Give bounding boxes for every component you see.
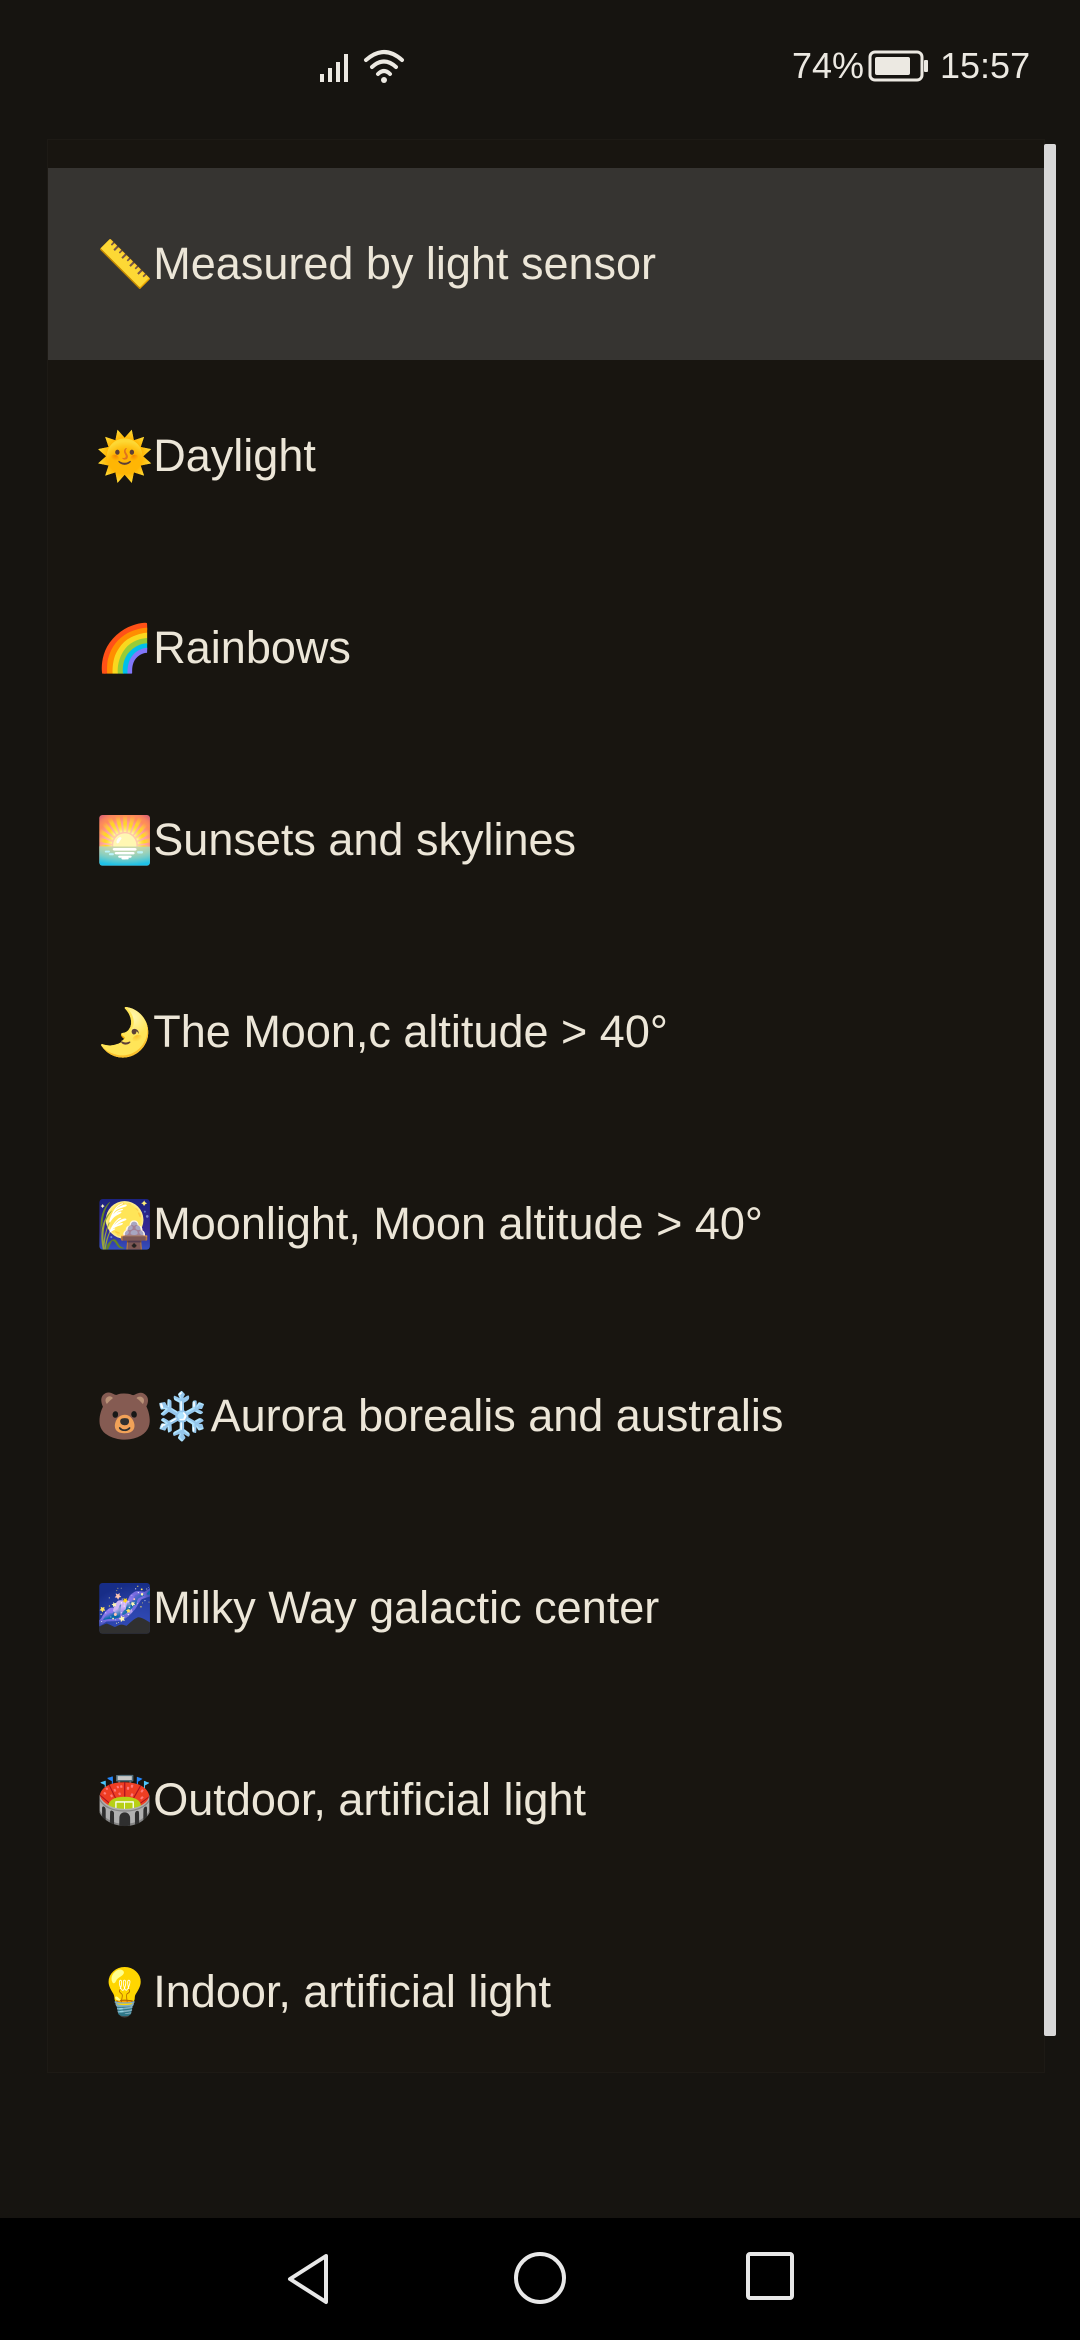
status-bar: 74% 15:57 bbox=[0, 0, 1080, 132]
list-item-sunsets-and-skylines[interactable]: 🌅 Sunsets and skylines bbox=[48, 744, 1044, 936]
battery-percent: 74% bbox=[792, 45, 865, 86]
light-bulb-icon: 💡 bbox=[96, 1965, 154, 2019]
clock: 15:57 bbox=[940, 45, 1031, 86]
list-item-label: Outdoor, artificial light bbox=[153, 1774, 586, 1825]
list-item-label: Rainbows bbox=[153, 622, 351, 673]
stadium-icon: 🏟️ bbox=[96, 1773, 154, 1827]
sunrise-icon: 🌅 bbox=[96, 813, 154, 867]
scrollbar[interactable] bbox=[1044, 144, 1056, 2036]
recents-icon[interactable] bbox=[744, 2250, 796, 2302]
milky-way-icon: 🌌 bbox=[96, 1581, 154, 1635]
list-item-label: The Moon,c altitude > 40° bbox=[153, 1006, 668, 1057]
list-item-outdoor-artificial-light[interactable]: 🏟️ Outdoor, artificial light bbox=[48, 1704, 1044, 1896]
rainbow-icon: 🌈 bbox=[96, 621, 154, 675]
list-item-label: Sunsets and skylines bbox=[153, 814, 577, 865]
list-item-indoor-artificial-light[interactable]: 💡 Indoor, artificial light bbox=[48, 1896, 1044, 2088]
list-item-label: Daylight bbox=[153, 430, 316, 481]
crescent-moon-icon: 🌛 bbox=[96, 1005, 154, 1059]
list-item-moonlight[interactable]: 🎑 Moonlight, Moon altitude > 40° bbox=[48, 1128, 1044, 1320]
ruler-icon: 📏 bbox=[96, 237, 154, 291]
category-list: 📏 Measured by light sensor 🌞 Daylight 🌈 Rai… bbox=[48, 168, 1044, 2088]
list-item-label: Measured by light sensor bbox=[153, 238, 657, 289]
category-dialog: 📏 Measured by light sensor 🌞 Daylight 🌈 Rai… bbox=[48, 140, 1044, 2072]
list-item-label: Aurora borealis and australis bbox=[210, 1390, 784, 1441]
signal-icon bbox=[320, 54, 348, 82]
list-item-measured-by-light-sensor[interactable]: 📏 Measured by light sensor bbox=[48, 168, 1044, 360]
list-item-label: Milky Way galactic center bbox=[153, 1582, 660, 1633]
sun-icon: 🌞 bbox=[96, 429, 154, 483]
wifi-icon bbox=[364, 50, 404, 83]
polar-bear-icon: 🐻❄️ bbox=[96, 1389, 211, 1443]
screen: 74% 15:57 📏 Measured by light sensor 🌞 Day… bbox=[0, 0, 1080, 2340]
navigation-bar bbox=[0, 2218, 1080, 2340]
list-item-rainbows[interactable]: 🌈 Rainbows bbox=[48, 552, 1044, 744]
list-item-aurora[interactable]: 🐻❄️ Aurora borealis and australis bbox=[48, 1320, 1044, 1512]
battery-icon bbox=[868, 50, 928, 82]
list-item-daylight[interactable]: 🌞 Daylight bbox=[48, 360, 1044, 552]
night-city-icon: 🎑 bbox=[96, 1197, 154, 1251]
list-item-the-moon[interactable]: 🌛 The Moon,c altitude > 40° bbox=[48, 936, 1044, 1128]
back-icon[interactable] bbox=[280, 2250, 336, 2308]
list-item-label: Indoor, artificial light bbox=[153, 1966, 551, 2017]
list-item-milky-way[interactable]: 🌌 Milky Way galactic center bbox=[48, 1512, 1044, 1704]
list-item-label: Moonlight, Moon altitude > 40° bbox=[153, 1198, 763, 1249]
home-icon[interactable] bbox=[512, 2250, 568, 2306]
